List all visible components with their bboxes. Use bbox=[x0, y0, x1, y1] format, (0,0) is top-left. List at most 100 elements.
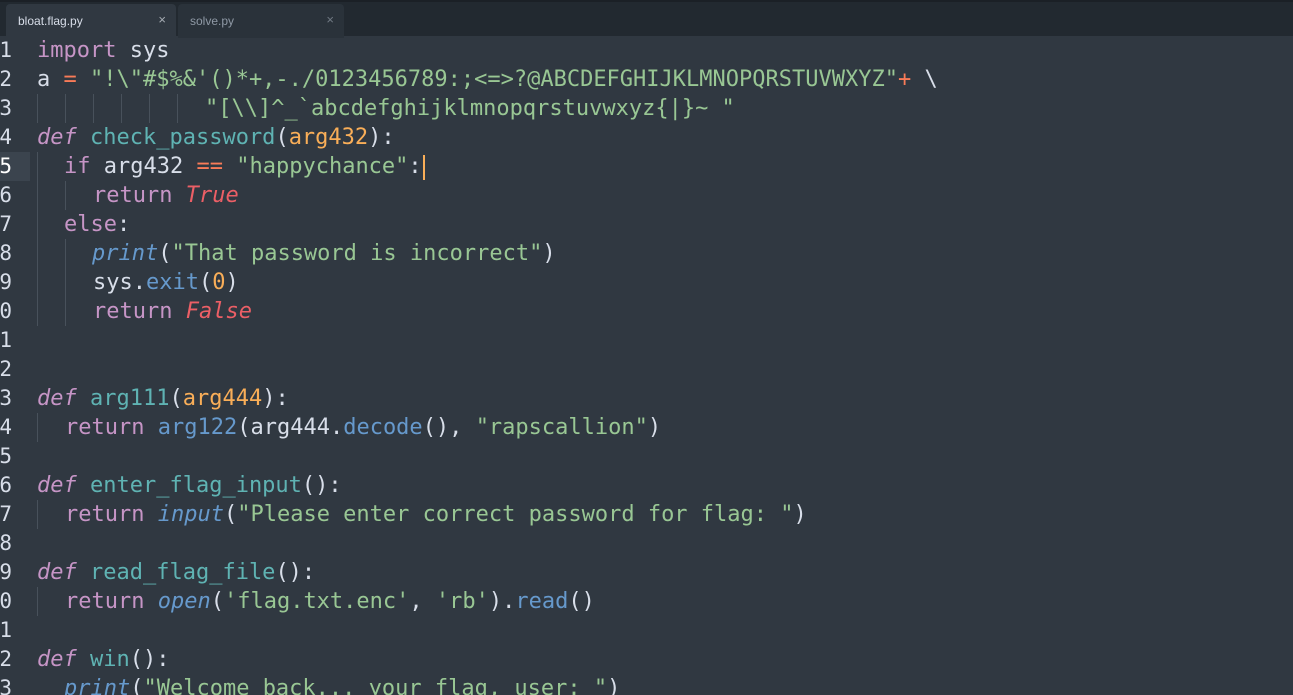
parameter-token: arg432 bbox=[288, 125, 369, 150]
string-token: "Please enter correct password for flag:… bbox=[237, 502, 794, 527]
line-number: 4 bbox=[0, 415, 12, 439]
line-number: 1 bbox=[0, 618, 12, 642]
code-line-8: print("That password is incorrect") bbox=[92, 239, 556, 268]
line-number: 7 bbox=[0, 212, 12, 236]
line-number: 2 bbox=[0, 67, 12, 91]
keyword-token: import bbox=[37, 38, 117, 63]
function-name-token: check_password bbox=[90, 125, 276, 150]
punctuation-token: ) bbox=[225, 270, 239, 295]
method-token: exit bbox=[146, 270, 199, 295]
code-line-7: else: bbox=[64, 210, 130, 239]
method-token: read bbox=[515, 589, 569, 614]
string-token: "!\"#$%&'()*+,-./0123456789:;<=>?@ABCDEF… bbox=[90, 67, 898, 92]
tab-bar: bloat.flag.py × solve.py × bbox=[0, 0, 1293, 38]
code-editor[interactable]: 1 2 3 4 5 6 7 8 9 0 1 2 3 4 5 6 7 8 9 0 … bbox=[0, 36, 1293, 695]
punctuation-token: () bbox=[568, 589, 595, 614]
keyword-token: def bbox=[37, 125, 77, 150]
indent-guide bbox=[65, 181, 66, 210]
indent-guide bbox=[65, 239, 66, 326]
line-continuation-token: \ bbox=[924, 67, 938, 92]
line-number: 3 bbox=[0, 96, 12, 120]
keyword-token: if bbox=[64, 154, 91, 179]
line-number: 1 bbox=[0, 38, 12, 62]
identifier-token: arg432 bbox=[103, 154, 184, 179]
punctuation-token: : bbox=[408, 154, 422, 179]
line-number: 5 bbox=[0, 444, 12, 468]
string-token: "Welcome back... your flag, user: " bbox=[143, 676, 608, 695]
keyword-token: return bbox=[93, 299, 173, 324]
punctuation-token: ) bbox=[647, 415, 662, 440]
string-token: "happychance" bbox=[236, 154, 409, 179]
indent-guide bbox=[37, 152, 38, 326]
line-number: 9 bbox=[0, 560, 12, 584]
code-line-12: def arg111(arg444): bbox=[37, 384, 289, 413]
indent-guide bbox=[37, 500, 38, 529]
line-number: 2 bbox=[0, 647, 12, 671]
line-number: 9 bbox=[0, 270, 12, 294]
identifier-token: arg444 bbox=[250, 415, 330, 440]
builtin-token: open bbox=[157, 589, 211, 614]
indent-guide bbox=[121, 94, 122, 123]
code-line-6: return True bbox=[93, 181, 239, 210]
keyword-token: return bbox=[65, 502, 145, 527]
line-number: 0 bbox=[0, 589, 12, 613]
operator-token: = bbox=[63, 67, 77, 92]
keyword-token: return bbox=[93, 183, 173, 208]
code-line-5: if arg432 == "happychance": bbox=[64, 152, 425, 181]
punctuation-token: , bbox=[409, 589, 423, 614]
punctuation-token: (): bbox=[301, 473, 342, 498]
constant-token: False bbox=[185, 299, 252, 324]
code-line-9: sys.exit(0) bbox=[93, 268, 239, 297]
keyword-token: def bbox=[37, 560, 77, 585]
punctuation-token: ) bbox=[607, 676, 621, 695]
punctuation-token: ( bbox=[158, 241, 172, 266]
operator-token: == bbox=[196, 154, 223, 179]
tab-solve-py[interactable]: solve.py × bbox=[178, 4, 344, 38]
close-icon[interactable]: × bbox=[158, 13, 166, 27]
constant-token: True bbox=[185, 183, 239, 208]
indent-guide bbox=[65, 94, 66, 123]
identifier-token: sys bbox=[93, 270, 133, 295]
method-token: decode bbox=[343, 415, 423, 440]
punctuation-token: ( bbox=[169, 386, 183, 411]
punctuation-token: . bbox=[329, 415, 344, 440]
code-line-19: return open('flag.txt.enc', 'rb').read() bbox=[65, 587, 595, 616]
code-line-16: return input("Please enter correct passw… bbox=[65, 500, 807, 529]
line-number: 8 bbox=[0, 241, 12, 265]
code-line-15: def enter_flag_input(): bbox=[37, 471, 342, 500]
code-line-4: def check_password(arg432): bbox=[37, 123, 395, 152]
tab-bloat-flag-py[interactable]: bloat.flag.py × bbox=[6, 4, 176, 38]
punctuation-token: ( bbox=[210, 589, 224, 614]
punctuation-token: ( bbox=[223, 502, 238, 527]
builtin-token: input bbox=[157, 502, 224, 527]
line-number: 3 bbox=[0, 676, 12, 695]
line-number: 3 bbox=[0, 386, 12, 410]
punctuation-token: ) bbox=[793, 502, 807, 527]
line-number: 6 bbox=[0, 473, 12, 497]
punctuation-token: ( bbox=[198, 270, 213, 295]
line-number: 8 bbox=[0, 531, 12, 555]
line-number: 1 bbox=[0, 328, 12, 352]
punctuation-token: ). bbox=[488, 589, 516, 614]
indent-guide bbox=[37, 587, 38, 616]
keyword-token: def bbox=[37, 647, 77, 672]
function-name-token: enter_flag_input bbox=[90, 473, 302, 498]
operator-token: + bbox=[897, 67, 912, 92]
function-name-token: read_flag_file bbox=[90, 560, 276, 585]
indent-guide bbox=[177, 94, 178, 123]
close-icon[interactable]: × bbox=[326, 13, 334, 27]
indent-guide bbox=[37, 413, 38, 442]
punctuation-token: (): bbox=[129, 647, 170, 672]
punctuation-token: ( bbox=[237, 415, 251, 440]
code-line-18: def read_flag_file(): bbox=[37, 558, 315, 587]
punctuation-token: . bbox=[132, 270, 146, 295]
number-token: 0 bbox=[212, 270, 226, 295]
indent-guide bbox=[149, 94, 150, 123]
code-line-2: a = "!\"#$%&'()*+,-./0123456789:;<=>?@AB… bbox=[37, 65, 938, 94]
code-line-13: return arg122(arg444.decode(), "rapscall… bbox=[65, 413, 661, 442]
code-line-1: import sys bbox=[37, 36, 169, 65]
line-number: 7 bbox=[0, 502, 12, 526]
keyword-token: return bbox=[65, 415, 145, 440]
function-name-token: win bbox=[90, 647, 130, 672]
builtin-token: print bbox=[92, 241, 159, 266]
